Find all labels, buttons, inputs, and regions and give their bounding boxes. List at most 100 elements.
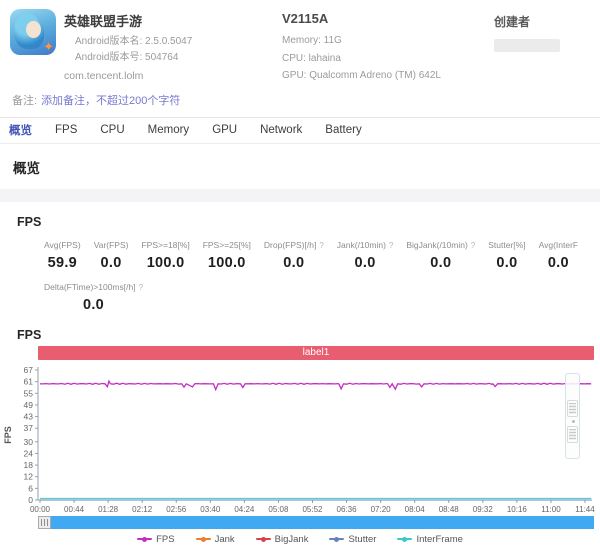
legend-item-stutter[interactable]: Stutter (329, 534, 376, 545)
stat-fps-ge-25: FPS>=25[%] 100.0 (203, 233, 251, 271)
device-cpu: CPU: lahaina (282, 50, 490, 68)
legend-item-jank[interactable]: Jank (196, 534, 235, 545)
legend-label: BigJank (275, 534, 309, 545)
stat-label: BigJank(/10min)? (406, 240, 475, 250)
tab-gpu[interactable]: GPU (212, 124, 237, 136)
tab-overview[interactable]: 概览 (9, 122, 32, 138)
note-label: 备注: (12, 95, 37, 107)
creator-block: 创建者 (494, 9, 590, 52)
legend-marker (256, 538, 271, 540)
fps-stats-row-1: Avg(FPS) 59.9 Var(FPS) 0.0 FPS>=18[%] 10… (0, 233, 600, 271)
svg-text:49: 49 (24, 399, 34, 409)
stat-avg-interframe: Avg(InterF 0.0 (539, 233, 579, 271)
svg-text:01:28: 01:28 (98, 505, 119, 514)
fps-stats-section: FPS Avg(FPS) 59.9 Var(FPS) 0.0 FPS>=18[%… (0, 202, 600, 313)
legend-marker (329, 538, 344, 540)
fps-chart[interactable]: 0612182430374349556167FPS00:0000:4401:28… (0, 365, 600, 515)
svg-text:06:36: 06:36 (337, 505, 358, 514)
legend-label: InterFrame (416, 534, 462, 545)
stat-jank: Jank(/10min)? 0.0 (337, 233, 394, 271)
creator-name-redacted (494, 39, 560, 52)
x-axis-scrollbar (38, 516, 594, 529)
stat-value: 0.0 (539, 255, 579, 271)
stat-value: 0.0 (406, 255, 475, 271)
svg-text:00:44: 00:44 (64, 505, 85, 514)
svg-text:6: 6 (28, 483, 33, 493)
svg-text:02:12: 02:12 (132, 505, 153, 514)
help-icon[interactable]: ? (139, 283, 143, 292)
stat-label: Avg(FPS) (44, 240, 81, 250)
svg-text:24: 24 (24, 448, 34, 458)
svg-text:FPS: FPS (3, 426, 13, 444)
device-memory: Memory: 11G (282, 32, 490, 50)
legend-item-interframe[interactable]: InterFrame (397, 534, 462, 545)
creator-label: 创建者 (494, 13, 590, 30)
fps-chart-title: FPS (0, 315, 600, 346)
stat-label: Delta(FTime)>100ms[/h]? (44, 282, 143, 292)
fps-stats-row-2: Delta(FTime)>100ms[/h]? 0.0 (0, 275, 600, 313)
y-axis-zoom-slider[interactable] (565, 373, 580, 459)
android-version-code: Android版本号: 504764 (75, 50, 192, 66)
app-name: 英雄联盟手游 (64, 11, 192, 30)
svg-text:0: 0 (28, 495, 33, 505)
stat-label: Stutter[%] (488, 240, 525, 250)
y-zoom-handle-top[interactable] (567, 400, 578, 417)
legend-item-fps[interactable]: FPS (137, 534, 174, 545)
tab-cpu[interactable]: CPU (100, 124, 124, 136)
help-icon[interactable]: ? (389, 241, 393, 250)
stat-label: Var(FPS) (94, 240, 129, 250)
section-divider-band (0, 189, 600, 202)
stat-delta-ftime: Delta(FTime)>100ms[/h]? 0.0 (44, 275, 143, 313)
tab-fps[interactable]: FPS (55, 124, 77, 136)
app-info-block: ✦ 英雄联盟手游 Android版本名: 2.5.0.5047 Android版… (10, 9, 282, 82)
stat-value: 100.0 (203, 255, 251, 271)
legend-marker (196, 538, 211, 540)
stat-value: 0.0 (488, 255, 525, 271)
svg-text:05:52: 05:52 (302, 505, 323, 514)
add-note-link[interactable]: 添加备注，不超过200个字符 (41, 95, 180, 107)
stat-label: FPS>=18[%] (141, 240, 189, 250)
tab-network[interactable]: Network (260, 124, 302, 136)
legend-marker (397, 538, 412, 540)
note-row: 备注: 添加备注，不超过200个字符 (0, 85, 600, 117)
svg-text:09:32: 09:32 (473, 505, 494, 514)
tab-battery[interactable]: Battery (325, 124, 361, 136)
svg-text:08:48: 08:48 (439, 505, 460, 514)
stat-value: 0.0 (264, 255, 324, 271)
stat-value: 0.0 (44, 297, 143, 313)
app-icon-art-face (26, 21, 41, 38)
stat-label: Avg(InterF (539, 240, 579, 250)
legend-label: Stutter (348, 534, 376, 545)
chart-legend: FPS Jank BigJank Stutter InterFrame (0, 529, 600, 545)
y-zoom-handle-bottom[interactable] (567, 426, 578, 443)
report-tabs: 概览 FPS CPU Memory GPU Network Battery (0, 117, 600, 144)
scrollbar-drag-handle[interactable] (38, 516, 51, 529)
overview-section-title: 概览 (0, 144, 600, 189)
package-name: com.tencent.lolm (64, 70, 192, 82)
fps-line-chart-canvas[interactable]: 0612182430374349556167FPS00:0000:4401:28… (0, 365, 600, 515)
svg-text:55: 55 (24, 388, 34, 398)
svg-text:00:00: 00:00 (30, 505, 51, 514)
annotation-label-bar: label1 (38, 346, 594, 360)
fps-stats-title: FPS (0, 202, 600, 233)
stat-drop-fps: Drop(FPS)[/h]? 0.0 (264, 233, 324, 271)
svg-text:30: 30 (24, 436, 34, 446)
stat-stutter: Stutter[%] 0.0 (488, 233, 525, 271)
legend-item-bigjank[interactable]: BigJank (256, 534, 309, 545)
stat-bigjank: BigJank(/10min)? 0.0 (406, 233, 475, 271)
svg-text:10:16: 10:16 (507, 505, 528, 514)
stat-var-fps: Var(FPS) 0.0 (94, 233, 129, 271)
device-info-block: V2115A Memory: 11G CPU: lahaina GPU: Qua… (282, 9, 490, 85)
tab-memory[interactable]: Memory (148, 124, 190, 136)
scrollbar-track[interactable] (51, 516, 594, 529)
stat-label: Jank(/10min)? (337, 240, 394, 250)
svg-text:03:40: 03:40 (200, 505, 221, 514)
help-icon[interactable]: ? (471, 241, 475, 250)
stat-avg-fps: Avg(FPS) 59.9 (44, 233, 81, 271)
app-icon-star: ✦ (43, 39, 54, 55)
help-icon[interactable]: ? (319, 241, 323, 250)
svg-text:04:24: 04:24 (234, 505, 255, 514)
legend-marker (137, 538, 152, 540)
stat-fps-ge-18: FPS>=18[%] 100.0 (141, 233, 189, 271)
android-version-name: Android版本名: 2.5.0.5047 (75, 34, 192, 50)
